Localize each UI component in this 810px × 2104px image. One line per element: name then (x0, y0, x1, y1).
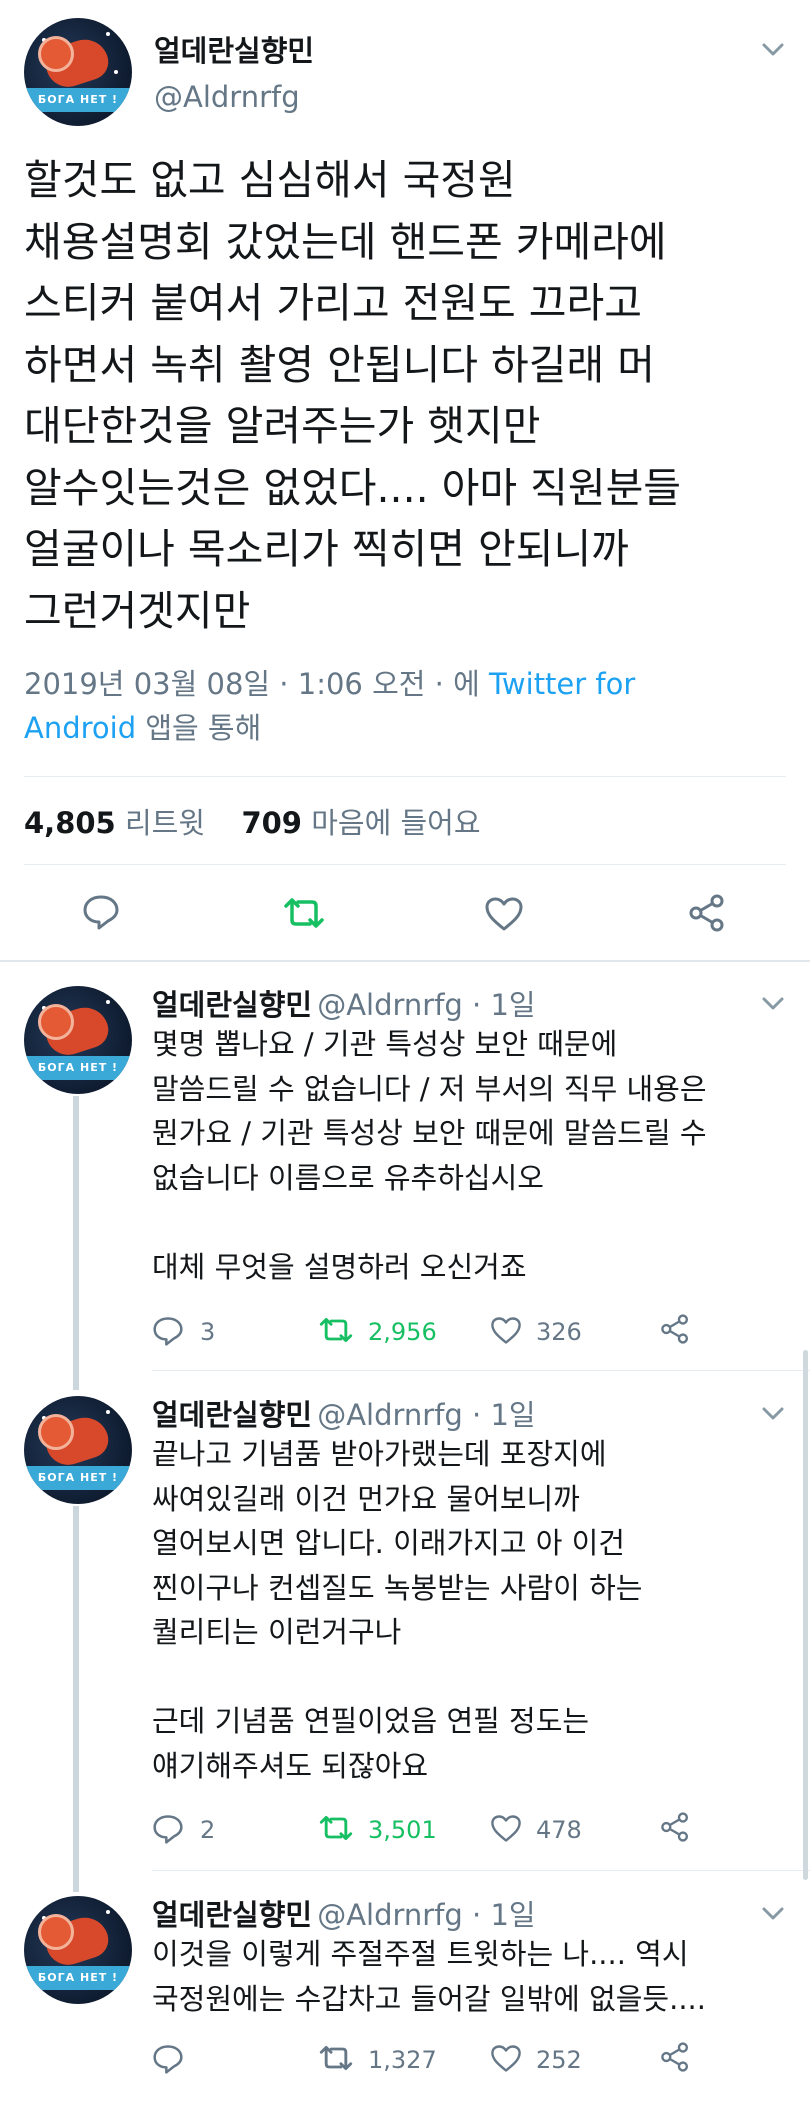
reply-count: 2 (200, 1816, 216, 1844)
divider (24, 864, 786, 865)
via-suffix: 앱을 통해 (136, 711, 262, 745)
like-count: 252 (536, 2046, 582, 2074)
like-icon[interactable] (490, 1814, 522, 1843)
tweet-meta: 2019년 03월 08일 · 1:06 오전 · 에 Twitter for … (24, 662, 784, 750)
tweet-line: 대단한것을 알려주는가 햇지만 (24, 402, 541, 450)
chevron-down-icon[interactable] (760, 1900, 786, 1926)
display-name[interactable]: 얼데란실향민 (152, 1898, 312, 1932)
display-name[interactable]: 얼데란실향민 (154, 28, 314, 70)
chevron-down-icon[interactable] (760, 1400, 786, 1426)
display-name[interactable]: 얼데란실향민 (152, 988, 312, 1022)
thread-line (73, 1506, 79, 1892)
tweet-line: 채용설명회 갔었는데 핸드폰 카메라에 (24, 217, 667, 266)
reply-icon[interactable] (152, 1814, 184, 1844)
retweet-count: 1,327 (368, 2046, 437, 2074)
avatar[interactable]: БОГА НЕТ ! (24, 1396, 132, 1504)
retweet-count: 2,956 (368, 1318, 437, 1346)
tweet-line: 할것도 없고 심심해서 국정원 (24, 156, 516, 204)
tweet-text: 할것도 없고 심심해서 국정원 채용설명회 갔었는데 핸드폰 카메라에 스티커 … (24, 150, 794, 642)
reply-header: 얼데란실향민 @Aldrnrfg · 1일 (152, 1392, 536, 1434)
like-icon[interactable] (484, 896, 524, 932)
via-link[interactable]: Android (24, 711, 136, 745)
divider (24, 776, 786, 777)
reply-icon[interactable] (152, 2044, 184, 2074)
engagement-stats: 4,805 리트윗 709 마음에 들어요 (24, 800, 481, 842)
retweet-icon[interactable] (282, 896, 326, 930)
retweet-count: 3,501 (368, 1816, 437, 1844)
reply-count: 3 (200, 1318, 216, 1346)
reply-text: 끝나고 기념품 받아가랬는데 포장지에 싸여있길래 이건 먼가요 물어보니까 열… (152, 1437, 643, 1783)
avatar[interactable]: БОГА НЕТ ! (24, 1896, 132, 2004)
tweet-line: 얼굴이나 목소리가 찍히면 안되니까 (24, 525, 629, 573)
share-icon[interactable] (660, 1812, 690, 1842)
avatar[interactable]: БОГА НЕТ ! (24, 18, 132, 126)
user-handle[interactable]: @Aldrnrfg · 1일 (317, 988, 535, 1022)
tweet-line: 스티커 붙여서 가리고 전원도 끄라고 (24, 279, 642, 327)
timestamp: 2019년 03월 08일 · 1:06 오전 · 에 (24, 667, 489, 701)
reply-text: 몇명 뽑나요 / 기관 특성상 보안 때문에 말씀드릴 수 없습니다 / 저 부… (152, 1027, 707, 1284)
retweet-stat[interactable]: 4,805 리트윗 (24, 806, 205, 840)
like-icon[interactable] (490, 2044, 522, 2073)
retweet-icon[interactable] (318, 2044, 354, 2072)
thread-line (73, 1096, 79, 1390)
divider (152, 1370, 810, 1371)
display-name[interactable]: 얼데란실향민 (152, 1398, 312, 1432)
like-count: 326 (536, 1318, 582, 1346)
via-link[interactable]: Twitter for (489, 667, 635, 701)
reply-icon[interactable] (82, 894, 120, 930)
share-icon[interactable] (660, 1314, 690, 1344)
like-icon[interactable] (490, 1316, 522, 1345)
scrollbar-thumb[interactable] (803, 1350, 808, 1880)
like-count: 478 (536, 1816, 582, 1844)
reply-icon[interactable] (152, 1316, 184, 1346)
avatar[interactable]: БОГА НЕТ ! (24, 986, 132, 1094)
chevron-down-icon[interactable] (760, 990, 786, 1016)
chevron-down-icon[interactable] (760, 36, 786, 62)
like-stat[interactable]: 709 마음에 들어요 (241, 806, 480, 840)
tweet-line: 그런거겟지만 (24, 586, 251, 635)
avatar-banner: БОГА НЕТ ! (24, 88, 132, 112)
user-handle[interactable]: @Aldrnrfg (154, 80, 300, 114)
reply-header: 얼데란실향민 @Aldrnrfg · 1일 (152, 982, 536, 1024)
retweet-icon[interactable] (318, 1316, 354, 1344)
tweet-line: 알수잇는것은 없었다.... 아마 직원분들 (24, 463, 682, 512)
reply-header: 얼데란실향민 @Aldrnrfg · 1일 (152, 1892, 536, 1934)
divider (152, 1870, 810, 1871)
user-handle[interactable]: @Aldrnrfg · 1일 (317, 1398, 535, 1432)
retweet-icon[interactable] (318, 1814, 354, 1842)
share-icon[interactable] (660, 2042, 690, 2072)
share-icon[interactable] (688, 894, 726, 932)
reply-text: 이것을 이렇게 주절주절 트윗하는 나.... 역시 국정원에는 수갑차고 들어… (152, 1937, 706, 2016)
divider (0, 960, 810, 962)
tweet-line: 하면서 녹취 촬영 안됩니다 하길래 머 (24, 340, 655, 389)
user-handle[interactable]: @Aldrnrfg · 1일 (317, 1898, 535, 1932)
